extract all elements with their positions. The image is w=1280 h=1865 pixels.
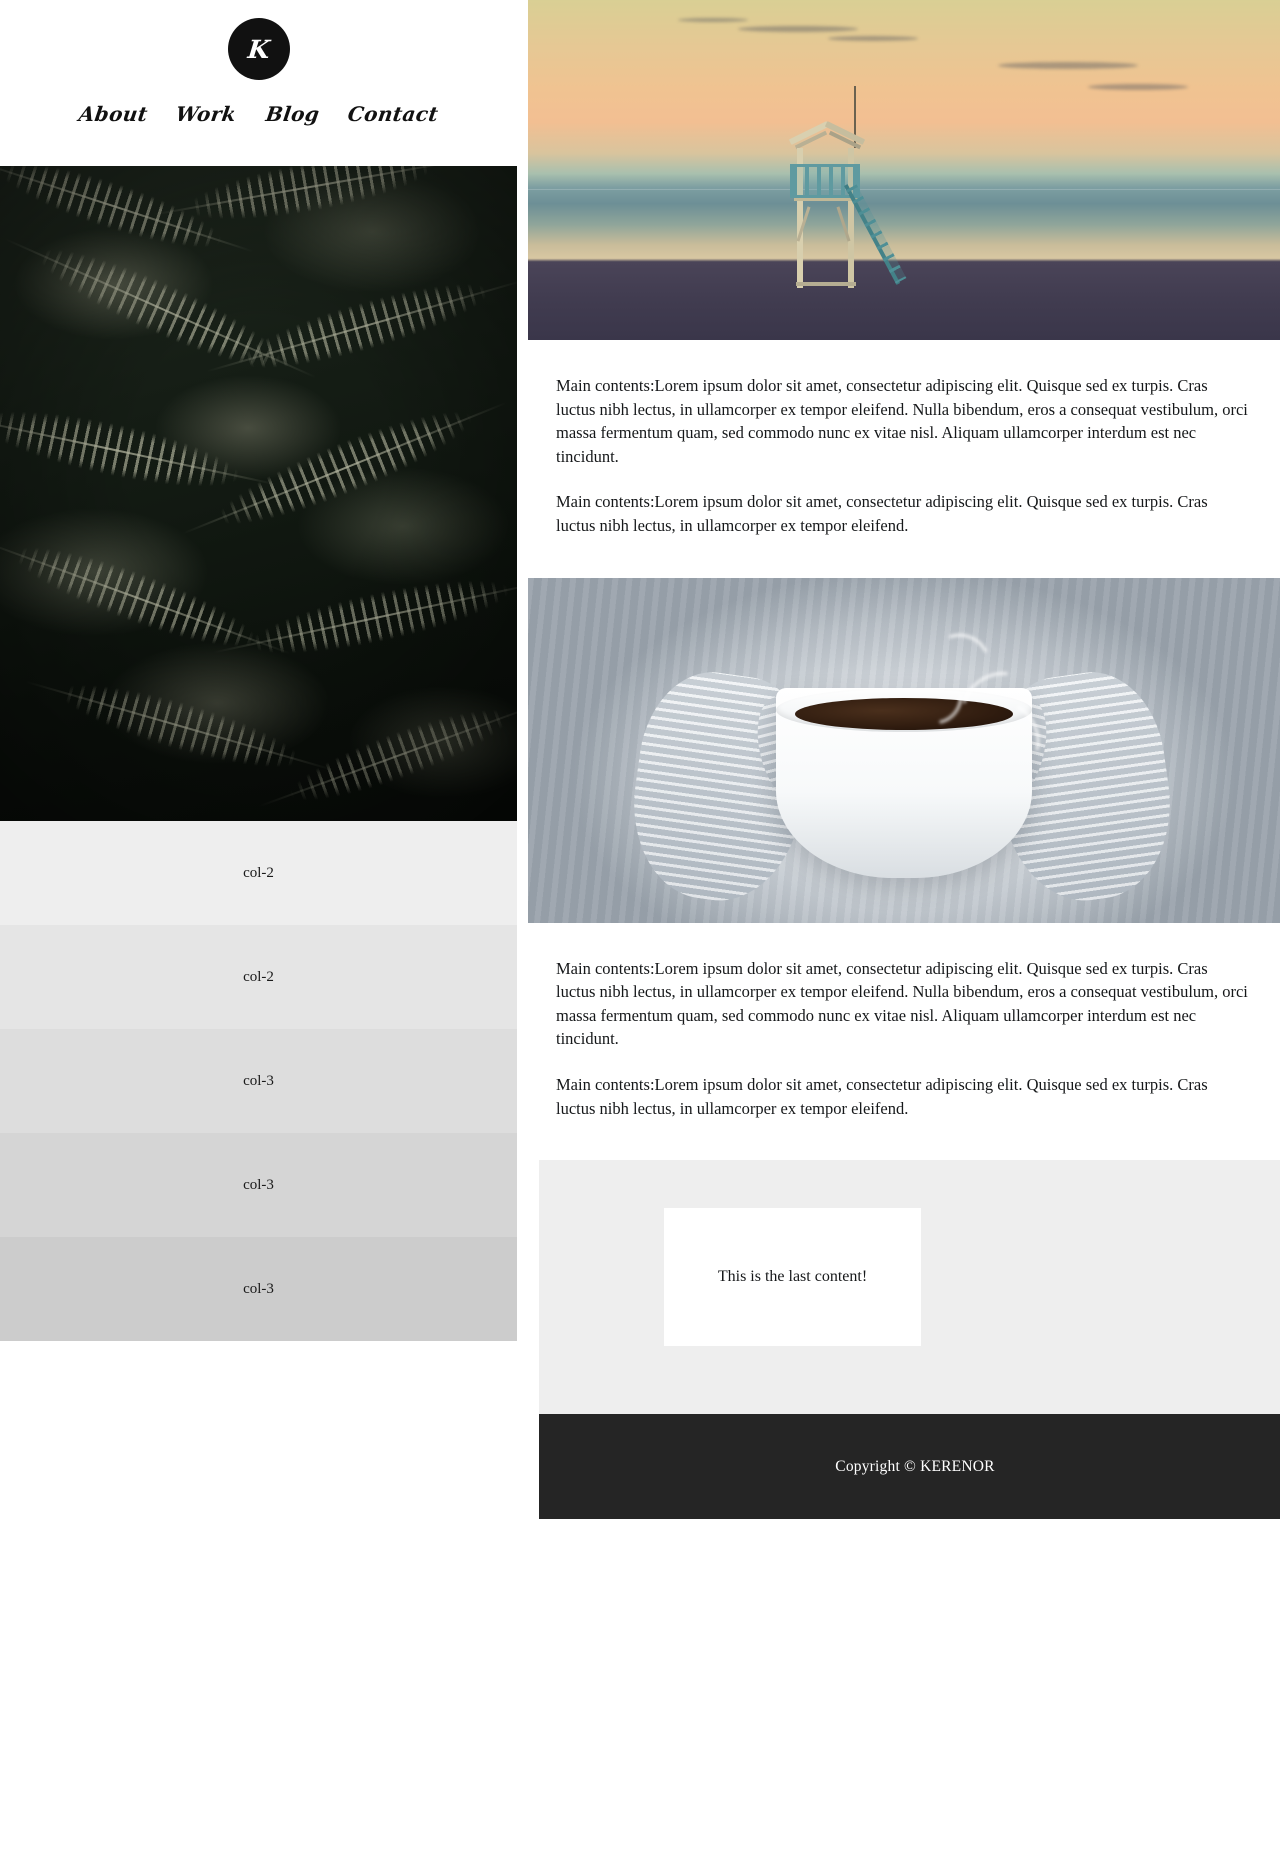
article-two-paragraph-2: Main contents:Lorem ipsum dolor sit amet… [556,1074,1208,1118]
footer-copyright: Copyright © KERENOR [835,1457,995,1475]
col-block-label: col-3 [243,1176,274,1193]
logo-letter-k: K [246,34,271,64]
col-block-1: col-2 [0,821,517,925]
col-block-4: col-3 [0,1133,517,1237]
article-one-paragraph-1: Main contents:Lorem ipsum dolor sit amet… [556,376,1248,466]
site-header: K About Work Blog Contact [0,0,517,166]
left-column: K About Work Blog Contact col-2 col-2 co… [0,0,517,1341]
col-block-2: col-2 [0,925,517,1029]
article-two-text: Main contents:Lorem ipsum dolor sit amet… [528,922,1280,1161]
last-content-label: This is the last content! [717,1268,868,1286]
right-column: Main contents:Lorem ipsum dolor sit amet… [517,0,1280,1520]
right-column-inner: Main contents:Lorem ipsum dolor sit amet… [517,0,1280,1520]
last-section-spacer [539,1346,1280,1414]
beach-lifeguard-tower-image [528,0,1280,340]
logo-badge[interactable]: K [227,18,290,80]
col-block-label: col-3 [243,1280,274,1297]
hero-vignette [0,166,517,821]
nav-link-contact[interactable]: Contact [346,102,440,126]
col-block-3: col-3 [0,1029,517,1133]
nav-link-blog[interactable]: Blog [264,102,321,126]
nav-link-work[interactable]: Work [175,102,239,126]
horizon-line [528,188,1280,190]
col-block-label: col-3 [243,1072,274,1089]
main-nav: About Work Blog Contact [77,102,440,126]
col-block-5: col-3 [0,1237,517,1341]
article-one-paragraph-2: Main contents:Lorem ipsum dolor sit amet… [556,492,1208,535]
article-one-text: Main contents:Lorem ipsum dolor sit amet… [528,340,1280,578]
last-content-card: This is the last content! [664,1208,921,1347]
fern-hero-image [0,166,517,821]
article-two-paragraph-1: Main contents:Lorem ipsum dolor sit amet… [556,958,1248,1049]
lifeguard-tower [784,86,907,296]
col-block-label: col-2 [243,968,274,985]
last-content-section: This is the last content! [539,1160,1280,1415]
col-block-label: col-2 [243,864,274,881]
nav-link-about[interactable]: About [77,102,149,126]
page-root: K About Work Blog Contact col-2 col-2 co… [0,0,1280,1865]
site-footer: Copyright © KERENOR [539,1414,1280,1520]
coffee-mug-image [528,577,1280,923]
